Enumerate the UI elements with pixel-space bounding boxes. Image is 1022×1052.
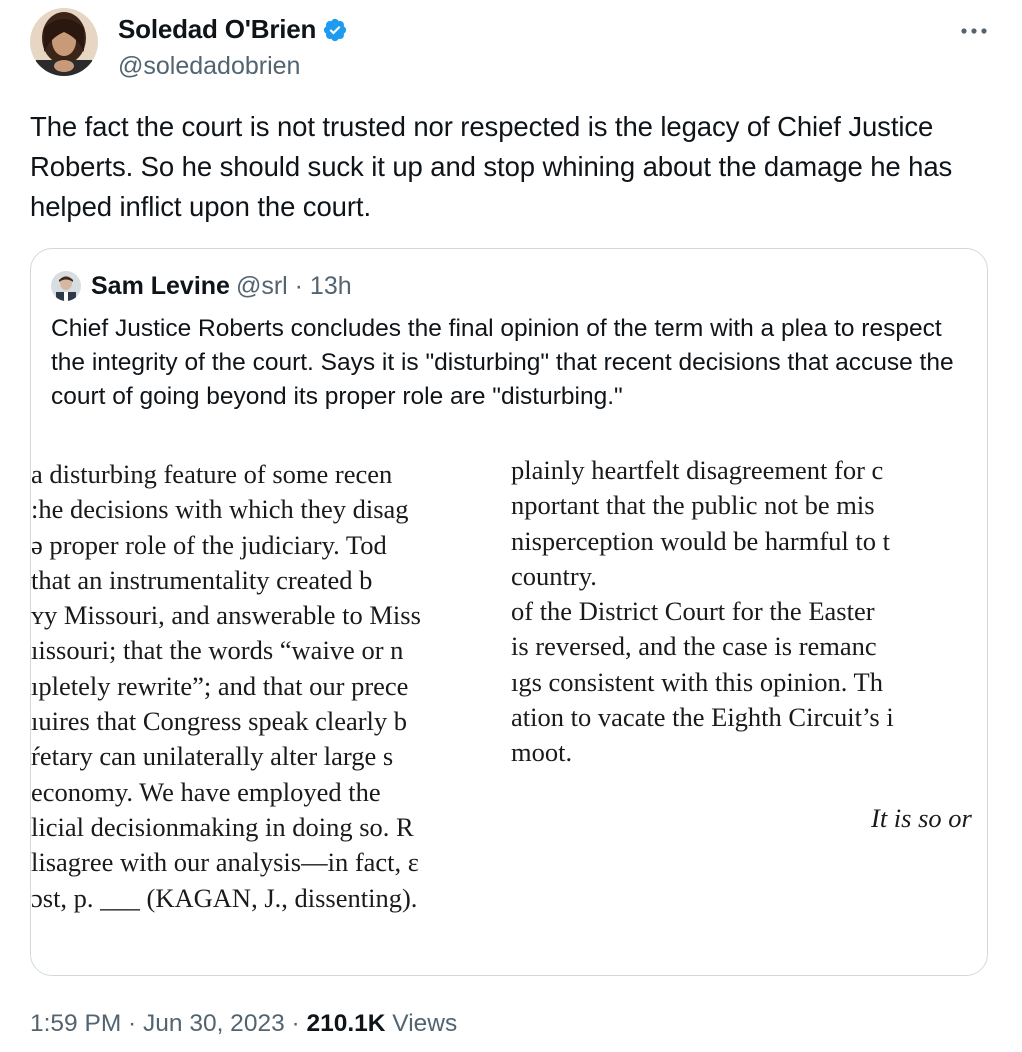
views-label: Views [385, 1010, 458, 1037]
doc-line: ation to vacate the Eighth Circuit’s i [511, 702, 894, 733]
doc-line: ʏy Missouri, and answerable to Miss [31, 600, 421, 631]
quote-author-name[interactable]: Sam Levine [91, 272, 230, 301]
tweet-meta: 1:59 PM · Jun 30, 2023 · 210.1K Views [30, 1010, 457, 1038]
quote-media-image[interactable]: a disturbing feature of some recen :he d… [31, 439, 987, 975]
more-dots-icon [961, 28, 987, 34]
tweet-text: The fact the court is not trusted nor re… [30, 111, 953, 222]
doc-line: country. [511, 560, 597, 591]
views-count: 210.1K [306, 1010, 386, 1037]
quote-author-handle[interactable]: @srl · 13h [236, 272, 352, 301]
doc-line: nisperception would be harmful to t [511, 525, 891, 556]
doc-line: of the District Court for the Easter [511, 596, 875, 627]
doc-line: ıissouri; that the words “waive or n [31, 635, 404, 666]
quoted-tweet[interactable]: Sam Levine @srl · 13h Chief Justice Robe… [30, 248, 988, 976]
doc-line: that an instrumentality created b [31, 564, 373, 595]
doc-line: :he decisions with which they disag [31, 494, 409, 525]
quote-text: Chief Justice Roberts concludes the fina… [51, 315, 954, 410]
verified-badge-icon [322, 17, 348, 43]
document-left-column: a disturbing feature of some recen :he d… [31, 457, 509, 916]
doc-line: ŕetary can unilaterally alter large s [31, 741, 394, 772]
doc-line: ıuires that Congress speak clearly b [31, 706, 408, 737]
doc-line: ıgs consistent with this opinion. Th [511, 666, 883, 697]
doc-line: ə proper role of the judiciary. Tod [31, 529, 387, 560]
more-options-button[interactable] [954, 16, 994, 46]
doc-line: plainly heartfelt disagreement for c [511, 455, 884, 485]
doc-line: moot. [511, 737, 573, 768]
author-name[interactable]: Soledad O'Brien [118, 14, 316, 45]
doc-line: nportant that the public not be mis [511, 490, 875, 521]
doc-line: ıpletely rewrite”; and that our prece [31, 670, 409, 701]
doc-line: licial decisionmaking in doing so. R [31, 811, 414, 842]
doc-line: lisagree with our analysis—in fact, ɛ [31, 847, 419, 878]
author-handle[interactable]: @soledadobrien [118, 52, 300, 81]
doc-line: ɔst, p. ___ (KAGAN, J., dissenting). [31, 882, 418, 913]
tweet-header: Soledad O'Brien @soledadobrien [30, 8, 1002, 81]
doc-line: a disturbing feature of some recen [31, 459, 393, 489]
doc-line: is reversed, and the case is remanc [511, 631, 877, 662]
document-right-column: plainly heartfelt disagreement for c npo… [511, 453, 987, 771]
document-closing-text: It is so or [871, 803, 972, 833]
doc-line: economy. We have employed the [31, 776, 381, 807]
quote-author-avatar[interactable] [51, 271, 81, 301]
timestamp[interactable]: 1:59 PM · Jun 30, 2023 · [30, 1010, 306, 1037]
author-avatar[interactable] [30, 8, 98, 76]
